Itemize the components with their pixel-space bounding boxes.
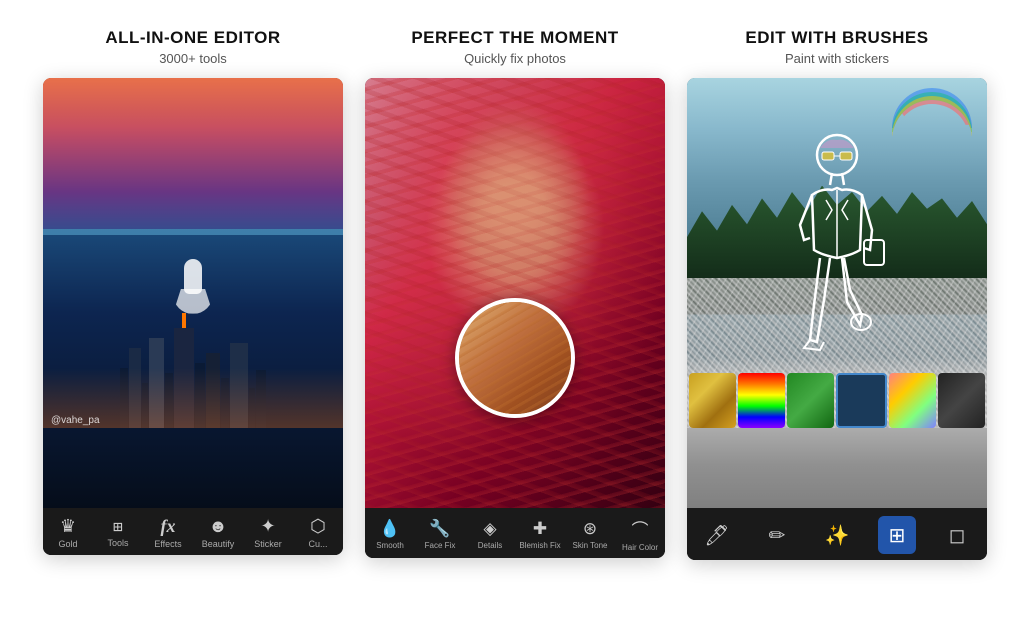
brush-strips <box>687 373 987 428</box>
panel3-subtitle: Paint with stickers <box>785 51 889 66</box>
panel1-subtitle: 3000+ tools <box>159 51 227 66</box>
pencil-icon: ✏ <box>769 523 786 548</box>
brush-strip-rainbow[interactable] <box>738 373 785 428</box>
panel2-phone-frame: 💧 Smooth 🔧 Face Fix ◈ Details ✚ Blemish … <box>365 78 665 558</box>
cube-icon: ⬡ <box>310 516 326 537</box>
toolbar-smooth-label: Smooth <box>376 541 404 550</box>
blemish-icon: ✚ <box>533 519 547 539</box>
sparkle-icon: ✨ <box>825 523 850 548</box>
crown-icon: ♛ <box>60 516 76 537</box>
panel2-image <box>365 78 665 508</box>
toolbar-tools[interactable]: ⊞ Tools <box>98 517 138 548</box>
brush-strip-gold[interactable] <box>689 373 736 428</box>
figure-dress <box>173 289 213 314</box>
toolbar-brush-eraser[interactable]: ◻ <box>938 516 976 554</box>
toolbar-gold-label: Gold <box>58 539 77 549</box>
panel-all-in-one: ALL-IN-ONE EDITOR 3000+ tools <box>43 28 343 555</box>
panel1-sky <box>43 78 343 241</box>
toolbar-cube[interactable]: ⬡ Cu... <box>298 516 338 549</box>
panel1-phone-frame: @vahe_pa ♛ Gold ⊞ Tools fx Effects ☻ <box>43 78 343 555</box>
sticker-icon: ✦ <box>260 516 275 537</box>
brush-strip-selected[interactable] <box>836 373 887 428</box>
toolbar-brush-sparkle[interactable]: ✨ <box>818 516 856 554</box>
panel-edit-brushes: EDIT WITH BRUSHES Paint with stickers <box>687 28 987 560</box>
toolbar-details[interactable]: ◈ Details <box>468 519 513 550</box>
toolbar-facefix-label: Face Fix <box>425 541 456 550</box>
effects-icon: fx <box>161 516 176 537</box>
underwater-figure <box>178 259 208 319</box>
toolbar-cube-label: Cu... <box>308 539 327 549</box>
toolbar-facefix[interactable]: 🔧 Face Fix <box>418 519 463 550</box>
panel2-circle-inset <box>455 298 575 418</box>
toolbar-blemish[interactable]: ✚ Blemish Fix <box>518 519 563 550</box>
toolbar-effects[interactable]: fx Effects <box>148 516 188 549</box>
toolbar-sticker-label: Sticker <box>254 539 282 549</box>
panel-perfect-moment: PERFECT THE MOMENT Quickly fix photos <box>365 28 665 558</box>
toolbar-details-label: Details <box>478 541 502 550</box>
panel2-subtitle: Quickly fix photos <box>464 51 566 66</box>
details-icon: ◈ <box>483 519 496 539</box>
beautify-icon: ☻ <box>209 516 228 537</box>
figure-body <box>184 259 202 294</box>
panel3-phone-frame: 🖊 ✏ ✨ ⊞ ◻ <box>687 78 987 560</box>
toolbar-skintone-label: Skin Tone <box>573 541 608 550</box>
watermark: @vahe_pa <box>51 415 100 426</box>
face-area <box>440 100 590 294</box>
toolbar-tools-label: Tools <box>107 538 128 548</box>
panel2-toolbar: 💧 Smooth 🔧 Face Fix ◈ Details ✚ Blemish … <box>365 508 665 558</box>
skintone-icon: ⊛ <box>583 519 597 539</box>
toolbar-effects-label: Effects <box>154 539 181 549</box>
circle-hair-strands <box>459 302 571 414</box>
toolbar-beautify-label: Beautify <box>202 539 235 549</box>
panel3-toolbar: 🖊 ✏ ✨ ⊞ ◻ <box>687 508 987 560</box>
panel1-water-surface <box>43 229 343 235</box>
haircolor-icon: ⌒ <box>632 516 649 541</box>
brush-strip-confetti[interactable] <box>889 373 936 428</box>
smooth-icon: 💧 <box>379 519 400 539</box>
panel3-image <box>687 78 987 508</box>
toolbar-gold[interactable]: ♛ Gold <box>48 516 88 549</box>
panel1-title: ALL-IN-ONE EDITOR <box>105 28 280 48</box>
toolbar-blemish-label: Blemish Fix <box>519 541 560 550</box>
grid-icon: ⊞ <box>889 523 906 548</box>
brush-strip-dark[interactable] <box>938 373 985 428</box>
panel1-toolbar: ♛ Gold ⊞ Tools fx Effects ☻ Beautify ✦ <box>43 508 343 555</box>
circle-inner <box>459 302 571 414</box>
toolbar-beautify[interactable]: ☻ Beautify <box>198 516 238 549</box>
panel3-title: EDIT WITH BRUSHES <box>745 28 928 48</box>
toolbar-sticker[interactable]: ✦ Sticker <box>248 516 288 549</box>
toolbar-brush-pen[interactable]: 🖊 <box>698 516 736 554</box>
toolbar-brush-pencil[interactable]: ✏ <box>758 516 796 554</box>
pen-icon: 🖊 <box>704 523 729 548</box>
facefix-icon: 🔧 <box>429 519 450 539</box>
panel2-title: PERFECT THE MOMENT <box>411 28 618 48</box>
brush-strip-green[interactable] <box>787 373 834 428</box>
toolbar-smooth[interactable]: 💧 Smooth <box>368 519 413 550</box>
toolbar-haircolor-label: Hair Color <box>622 543 658 552</box>
eraser-icon: ◻ <box>949 523 966 548</box>
tools-icon: ⊞ <box>113 517 123 536</box>
panel1-image: @vahe_pa <box>43 78 343 508</box>
toolbar-brush-grid[interactable]: ⊞ <box>878 516 916 554</box>
toolbar-skintone[interactable]: ⊛ Skin Tone <box>568 519 613 550</box>
panels-container: ALL-IN-ONE EDITOR 3000+ tools <box>30 28 1000 560</box>
toolbar-haircolor[interactable]: ⌒ Hair Color <box>618 516 663 552</box>
